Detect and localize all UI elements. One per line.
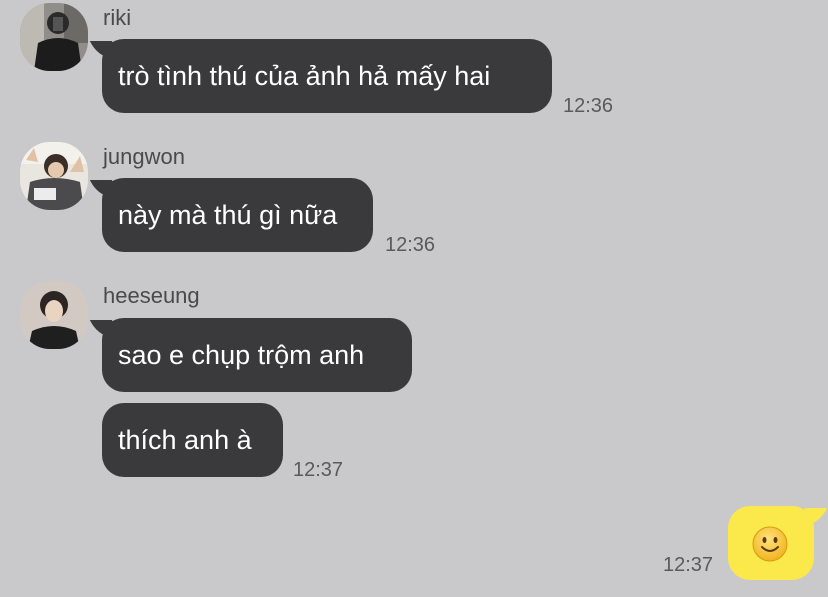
message-bubble[interactable]: này mà thú gì nữa <box>102 178 373 252</box>
avatar-jungwon[interactable] <box>20 142 88 210</box>
message-time: 12:36 <box>385 234 436 256</box>
avatar-riki[interactable] <box>20 3 88 71</box>
my-message-time: 12:37 <box>663 554 714 576</box>
smiling-face-emoji-icon <box>752 526 788 562</box>
sender-name: jungwon <box>103 144 185 169</box>
message-bubble[interactable]: sao e chụp trộm anh <box>102 318 412 392</box>
message-bubble[interactable]: thích anh à <box>102 403 283 477</box>
message-time: 12:37 <box>293 459 344 481</box>
avatar-heeseung[interactable] <box>20 281 88 349</box>
sender-name: riki <box>103 5 132 30</box>
message-bubble[interactable]: trò tình thú của ảnh hả mấy hai <box>102 39 552 113</box>
sent-message-bubble[interactable] <box>728 506 814 580</box>
sender-name: heeseung <box>103 283 200 308</box>
message-time: 12:36 <box>563 95 614 117</box>
